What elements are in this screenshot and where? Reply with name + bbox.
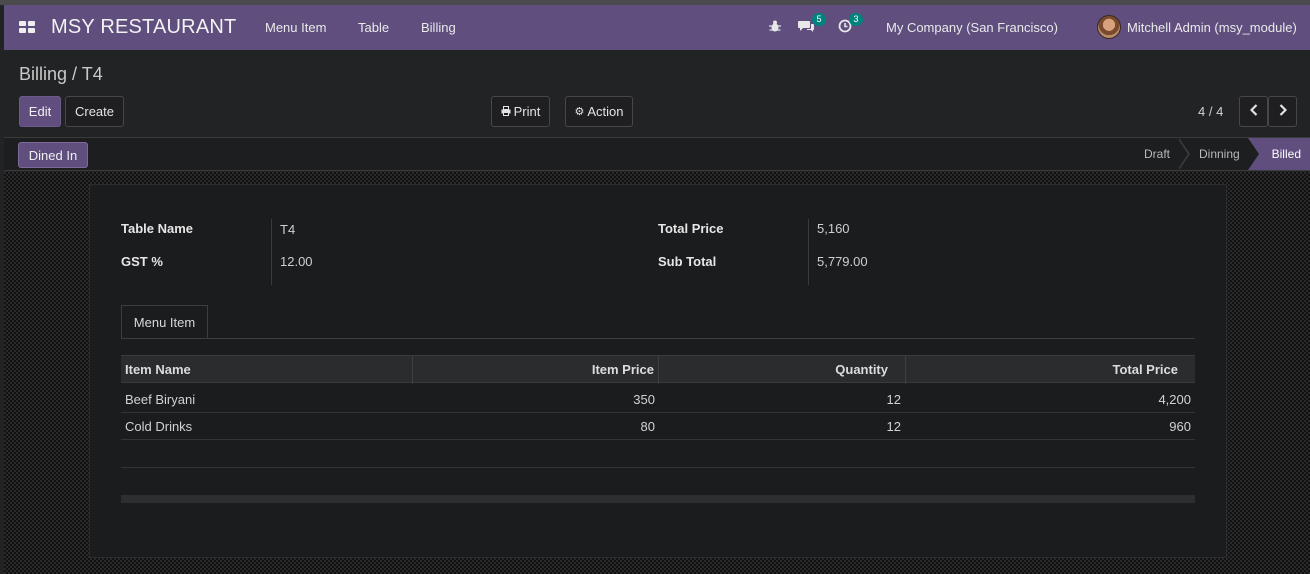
pager-previous-button[interactable] — [1239, 96, 1268, 127]
sub-total-field[interactable]: 5,779.00 — [817, 254, 868, 269]
activity-clock-icon[interactable]: 3 — [838, 13, 863, 36]
edit-button[interactable]: Edit — [19, 96, 61, 127]
cell-total-price: 960 — [1169, 419, 1191, 434]
table-footer — [121, 495, 1195, 503]
stage-dinning[interactable]: Dinning — [1199, 138, 1240, 170]
messages-icon[interactable]: 5 — [798, 13, 826, 36]
column-total-price[interactable]: Total Price — [1112, 362, 1178, 377]
field-divider — [808, 219, 809, 285]
table-row[interactable]: Cold Drinks 80 12 960 — [121, 412, 1195, 440]
company-switcher[interactable]: My Company (San Francisco) — [886, 20, 1058, 35]
nav-menu-item[interactable]: Menu Item — [265, 20, 326, 35]
stage-draft[interactable]: Draft — [1144, 138, 1170, 170]
cell-item-price: 80 — [640, 419, 655, 434]
cell-item-name: Cold Drinks — [125, 419, 193, 434]
apps-menu-icon[interactable] — [19, 21, 35, 34]
field-divider — [271, 219, 272, 285]
create-button[interactable]: Create — [65, 96, 124, 127]
tab-underline — [121, 338, 1195, 339]
tab-menu-item[interactable]: Menu Item — [121, 305, 208, 339]
user-menu[interactable]: Mitchell Admin (msy_module) — [1127, 20, 1297, 35]
column-separator — [905, 356, 906, 384]
total-price-label: Total Price — [658, 221, 724, 236]
status-bar: Dined In Draft Dinning Billed — [4, 137, 1310, 171]
stage-separator — [1178, 138, 1190, 170]
chevron-right-icon — [1279, 104, 1287, 119]
main-navbar: MSY RESTAURANT Menu Item Table Billing 5… — [4, 5, 1310, 50]
print-icon — [501, 104, 511, 119]
empty-row — [121, 440, 1195, 468]
cell-item-name: Beef Biryani — [125, 392, 196, 407]
gear-icon: ⚙ — [574, 106, 585, 118]
column-item-name[interactable]: Item Name — [125, 362, 191, 377]
print-button[interactable]: Print — [491, 96, 550, 127]
table-name-label: Table Name — [121, 221, 194, 236]
messages-count-badge: 5 — [812, 13, 826, 26]
dined-in-button[interactable]: Dined In — [18, 142, 88, 168]
pager-next-button[interactable] — [1268, 96, 1297, 127]
user-avatar[interactable] — [1097, 15, 1121, 39]
cell-item-price: 350 — [633, 392, 655, 407]
table-row[interactable]: Beef Biryani 350 12 4,200 — [121, 385, 1195, 413]
stage-billed[interactable]: Billed — [1248, 138, 1310, 170]
gst-field[interactable]: 12.00 — [280, 254, 313, 269]
action-button[interactable]: ⚙ Action — [565, 96, 633, 127]
sub-total-label: Sub Total — [658, 254, 717, 269]
action-label: Action — [587, 104, 624, 119]
app-brand[interactable]: MSY RESTAURANT — [51, 16, 236, 39]
print-label: Print — [513, 104, 541, 119]
activities-count-badge: 3 — [849, 13, 863, 26]
table-header: Item Name Item Price Quantity Total Pric… — [121, 355, 1195, 384]
column-separator — [658, 356, 659, 384]
column-separator — [412, 356, 413, 384]
table-name-field[interactable]: T4 — [280, 222, 295, 237]
pager-value[interactable]: 4 / 4 — [1198, 104, 1223, 119]
cell-quantity: 12 — [886, 419, 901, 434]
gst-label: GST % — [121, 254, 163, 269]
column-item-price[interactable]: Item Price — [592, 362, 654, 377]
column-quantity[interactable]: Quantity — [835, 362, 888, 377]
cell-total-price: 4,200 — [1158, 392, 1191, 407]
breadcrumb[interactable]: Billing / T4 — [19, 64, 103, 85]
chevron-left-icon — [1249, 104, 1258, 119]
cell-quantity: 12 — [886, 392, 901, 407]
debug-bug-icon[interactable] — [768, 19, 782, 36]
total-price-field[interactable]: 5,160 — [817, 221, 850, 236]
nav-table[interactable]: Table — [358, 20, 389, 35]
nav-billing[interactable]: Billing — [421, 20, 456, 35]
